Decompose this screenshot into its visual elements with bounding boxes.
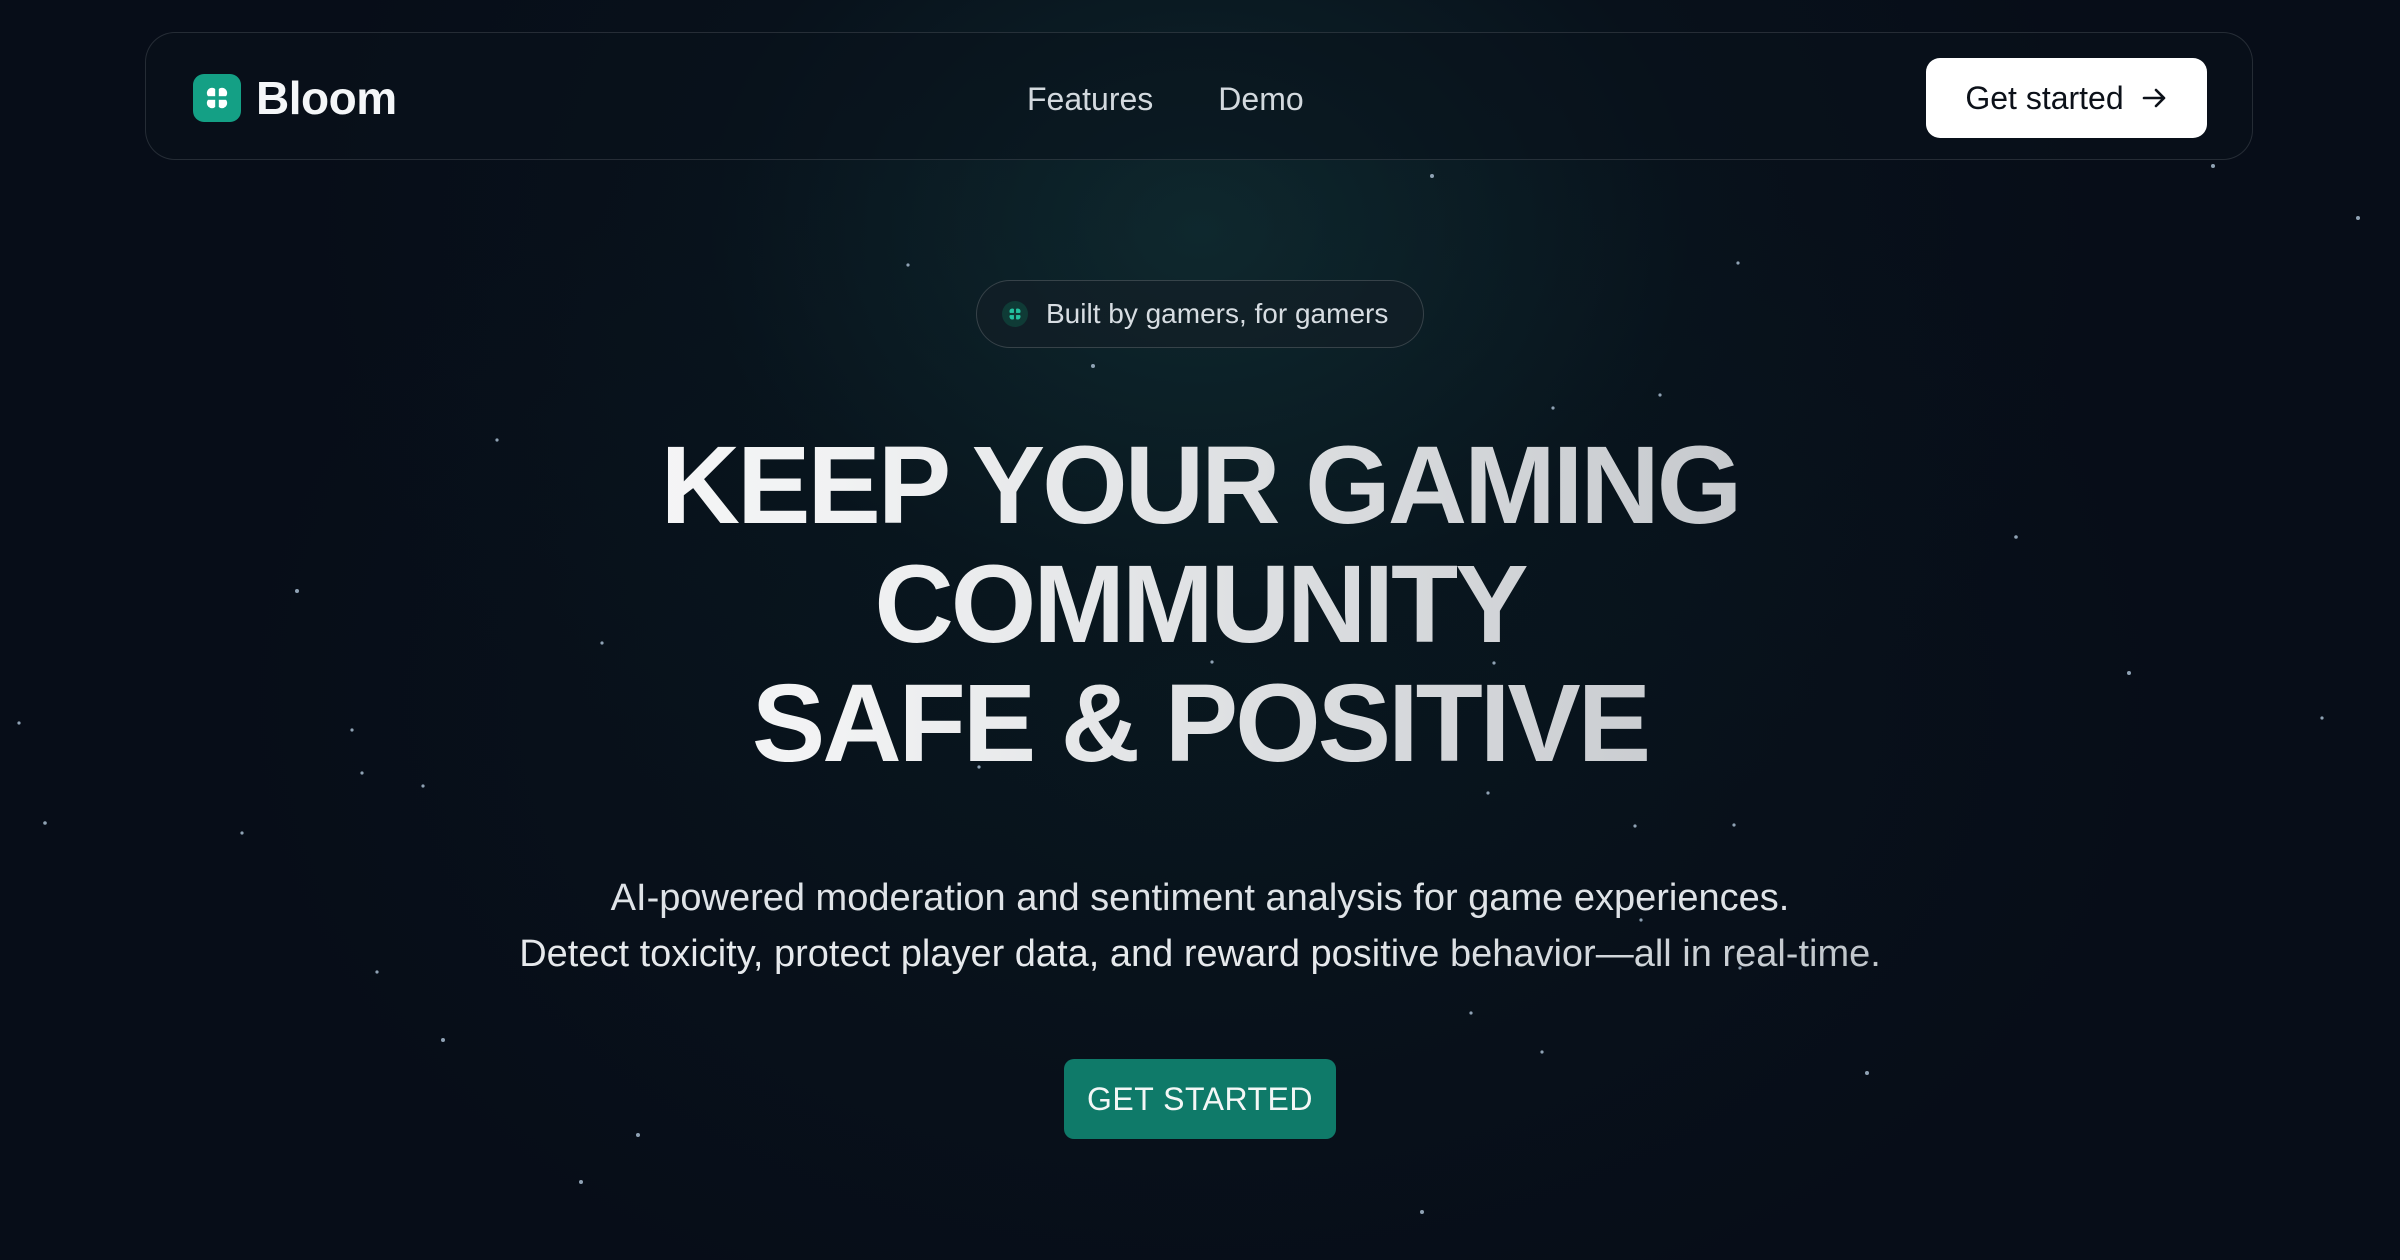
subtitle-line-1: AI-powered moderation and sentiment anal…: [610, 877, 1790, 919]
clover-icon: [193, 74, 241, 122]
headline-line-1: KEEP YOUR GAMING: [0, 426, 2400, 545]
top-navigation-bar: Bloom Features Demo Get started: [145, 32, 2253, 160]
tagline-badge: Built by gamers, for gamers: [976, 280, 1424, 348]
hero-subtitle: AI-powered moderation and sentiment anal…: [0, 870, 2400, 982]
brand-name: Bloom: [256, 72, 397, 124]
nav-link-features[interactable]: Features: [1027, 79, 1153, 119]
brand-logo[interactable]: Bloom: [193, 74, 397, 122]
subtitle-line-2: Detect toxicity, protect player data, an…: [0, 926, 2400, 982]
nav-link-demo[interactable]: Demo: [1218, 79, 1303, 119]
get-started-button-label: Get started: [1965, 80, 2124, 116]
badge-text: Built by gamers, for gamers: [1046, 298, 1389, 329]
hero-headline: KEEP YOUR GAMING COMMUNITY SAFE & POSITI…: [0, 426, 2400, 783]
arrow-right-icon: [2142, 87, 2168, 109]
get-started-button[interactable]: Get started: [1926, 58, 2207, 138]
hero-get-started-label: GET STARTED: [1087, 1081, 1313, 1117]
nav-links: Features Demo: [1027, 79, 1304, 119]
clover-icon: [1002, 301, 1028, 327]
headline-line-3: SAFE & POSITIVE: [0, 664, 2400, 783]
headline-line-2: COMMUNITY: [0, 545, 2400, 664]
hero-get-started-button[interactable]: GET STARTED: [1064, 1059, 1336, 1139]
